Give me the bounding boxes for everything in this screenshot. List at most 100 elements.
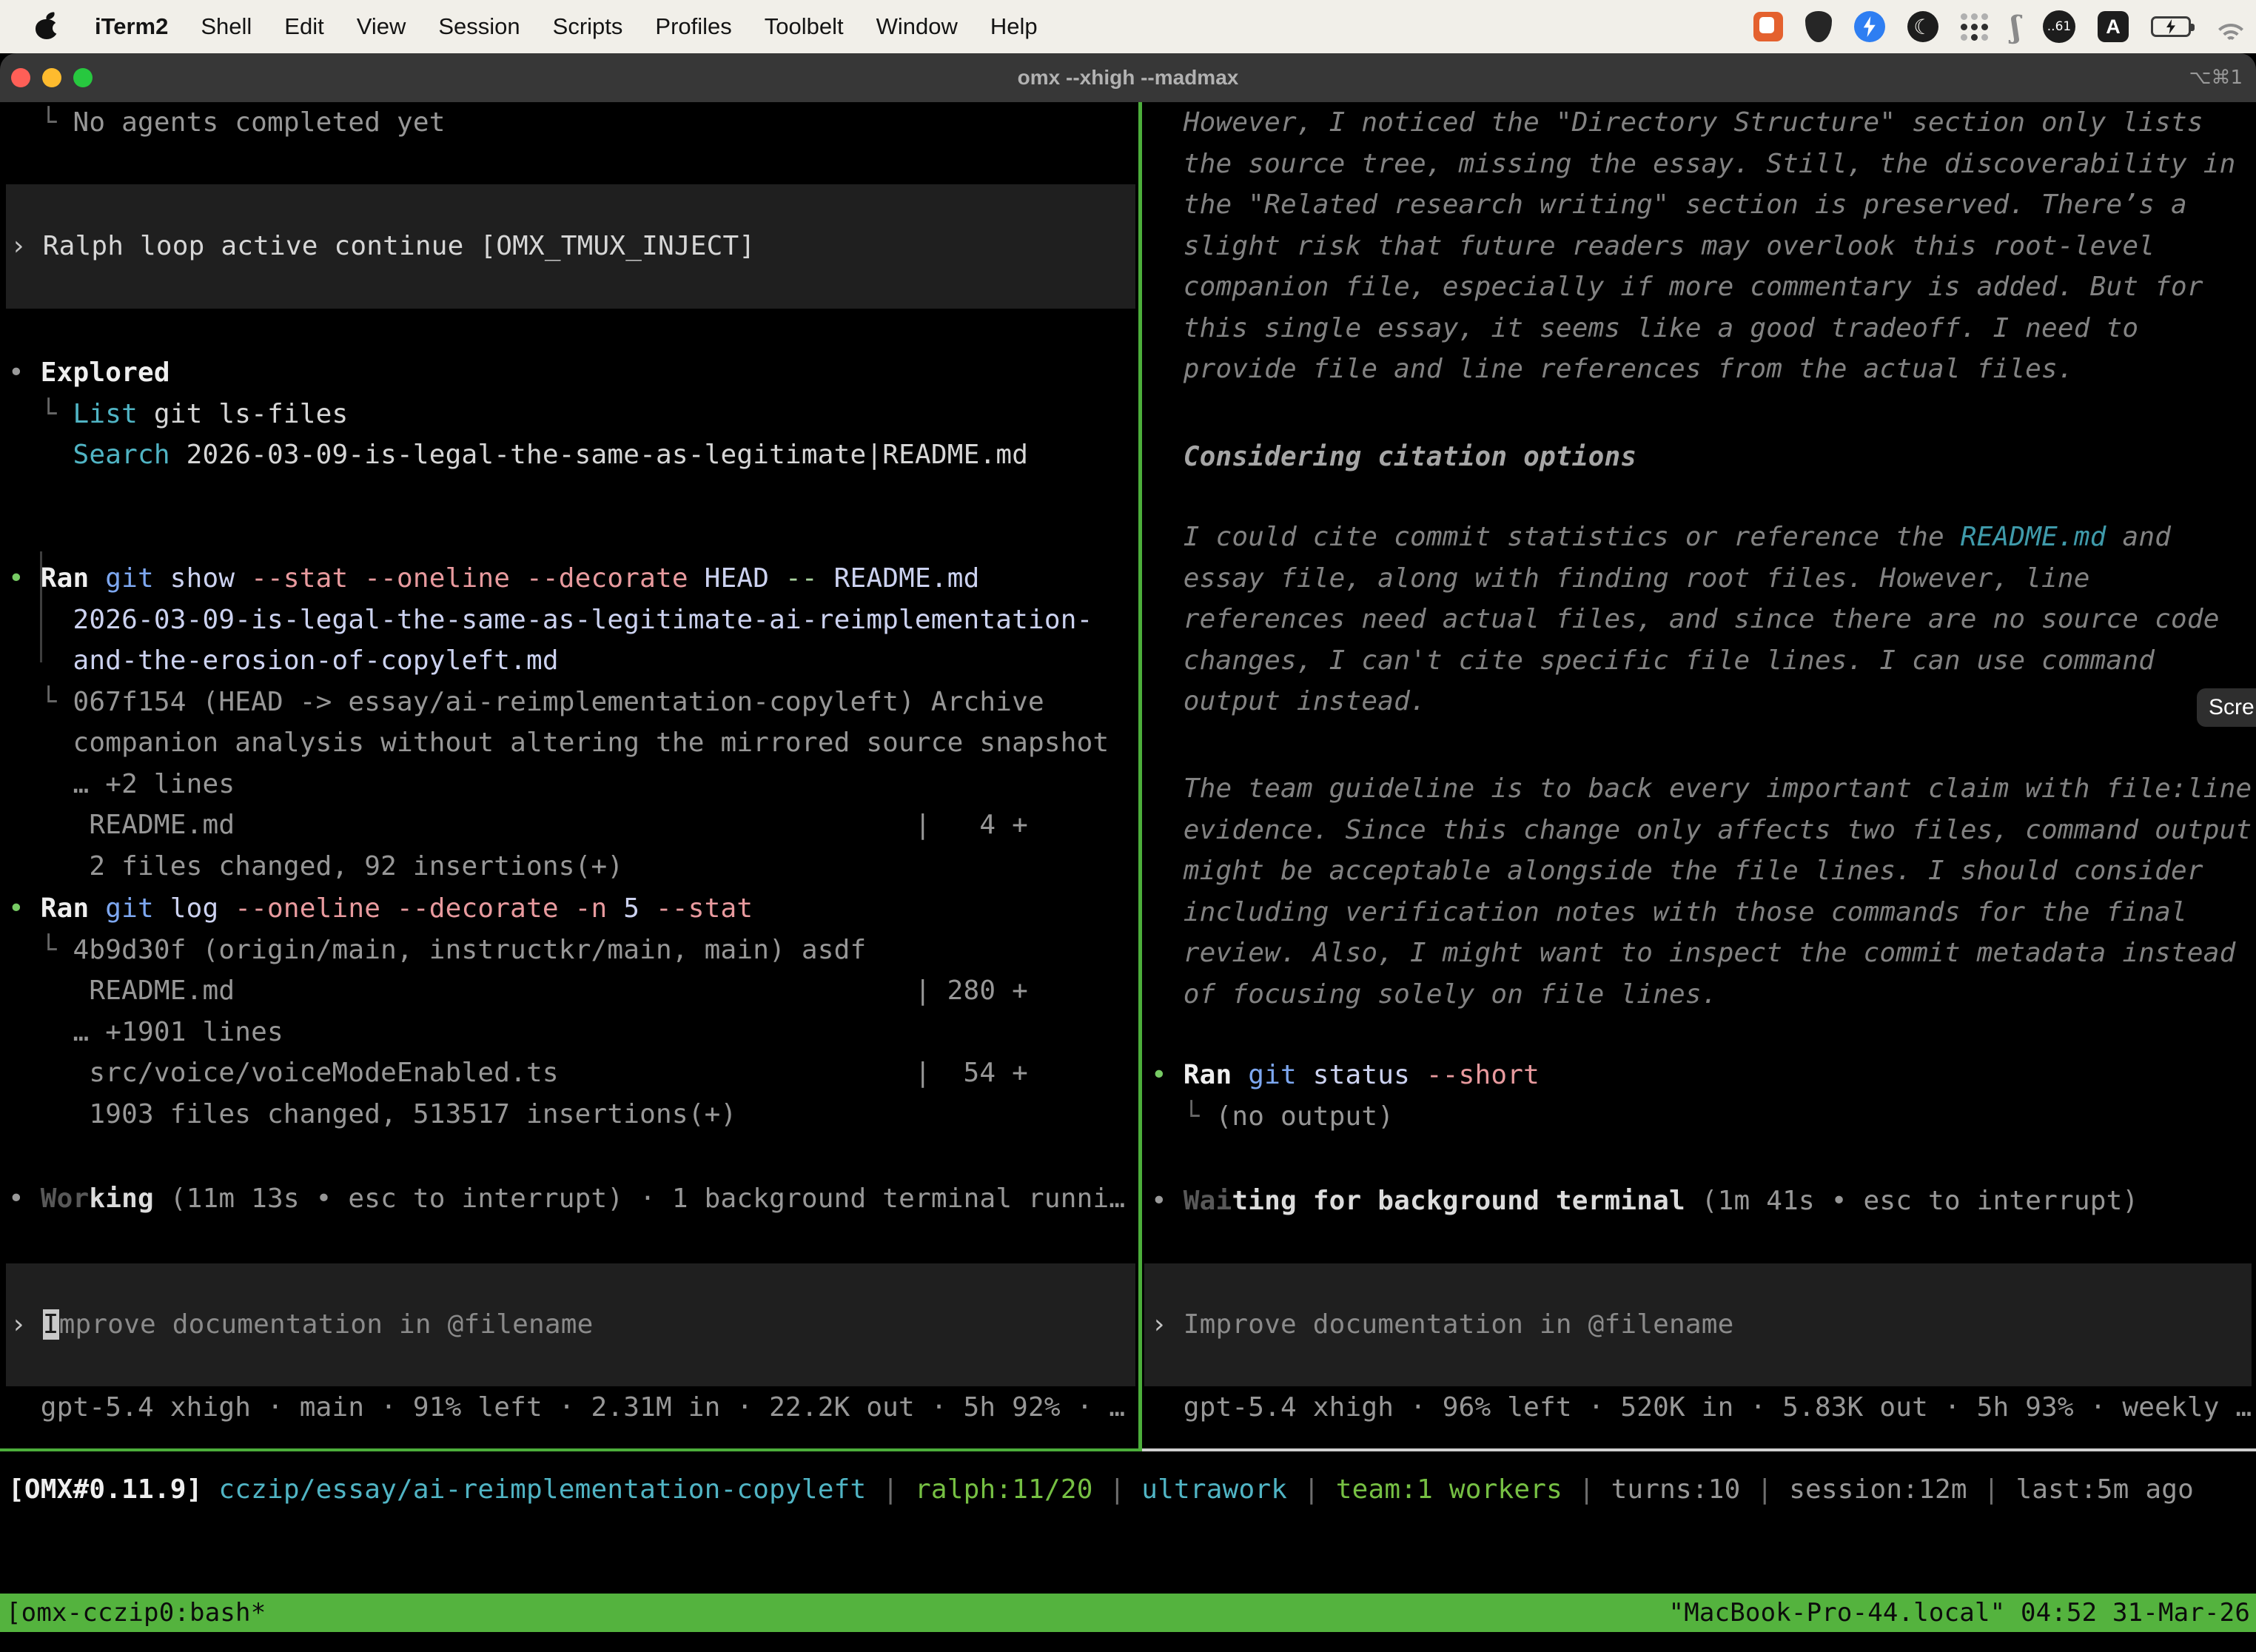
menu-items: Shell Edit View Session Scripts Profiles Toolb… [201,13,1037,40]
terminal-line: … +2 lines [8,764,1109,805]
tmux-session-label: [omx-cczip0:bash* [6,1598,266,1628]
menu-item-window[interactable]: Window [876,13,958,40]
menu-item-profiles[interactable]: Profiles [655,13,731,40]
agent-pane-left: └ No agents completed yet › Ralph loop a… [0,102,1138,1450]
terminal-line: • Explored [8,352,1028,394]
menu-item-app[interactable]: iTerm2 [95,13,168,40]
screen-corner-bottom-right [2237,1633,2256,1652]
terminal-line: 2 files changed, 92 insertions(+) [8,846,1109,887]
menu-item-session[interactable]: Session [438,13,520,40]
menu-bar-left: iTerm2 Shell Edit View Session Scripts Profil… [0,12,1038,41]
terminal-line: of focusing solely on file lines. [1151,974,2252,1015]
dots-grid-icon[interactable] [1961,13,1989,41]
terminal-line: └ 4b9d30f (origin/main, instructkr/main,… [8,930,1028,971]
terminal-line: the "Related research writing" section i… [1151,184,2236,226]
menu-item-view[interactable]: View [357,13,406,40]
terminal-line: Search 2026-03-09-is-legal-the-same-as-l… [8,434,1028,476]
terminal-line: 1903 files changed, 513517 insertions(+) [8,1094,1028,1135]
terminal-line: provide file and line references from th… [1151,349,2236,390]
ran-git-show-block: • Ran git show --stat --oneline --decora… [0,516,1109,887]
prompt-input-left[interactable]: › Improve documentation in @filename [6,1263,1135,1386]
terminal-line: companion file, especially if more comme… [1151,266,2236,308]
terminal-line: • Ran git log --oneline --decorate -n 5 … [8,888,1028,930]
terminal-line: › Improve documentation in @filename [10,1304,1135,1346]
window-shortcut: ⌥⌘1 [2189,53,2243,102]
ran-git-status-block: • Ran git status --short └ (no output) [1143,1055,1540,1137]
terminal-line: • Working (11m 13s • esc to interrupt) ·… [8,1178,1125,1220]
terminal-line: Considering citation options [1151,437,1636,478]
omx-status-line: [OMX#0.11.9] cczip/essay/ai-reimplementa… [0,1469,2256,1511]
terminal-line: companion analysis without altering the … [8,722,1109,764]
terminal-line: src/voice/voiceModeEnabled.ts | 54 + [8,1052,1028,1094]
thinking-paragraph-2: I could cite commit statistics or refere… [1143,517,2220,722]
ran-git-log-block: • Ran git log --oneline --decorate -n 5 … [0,888,1028,1135]
terminal-line: and-the-erosion-of-copyleft.md [8,640,1109,682]
screen-share-pill[interactable]: Scre [2197,688,2256,727]
thinking-paragraph-1: However, I noticed the "Directory Struct… [1143,102,2236,390]
a-app-icon[interactable]: A [2098,11,2129,42]
terminal-line: └ (no output) [1151,1096,1540,1138]
screen-bottom-strip [0,1632,2256,1652]
model-status-left: gpt-5.4 xhigh · main · 91% left · 2.31M … [0,1387,1125,1428]
terminal-line: output instead. [1151,681,2220,722]
menu-item-scripts[interactable]: Scripts [553,13,623,40]
terminal-line: references need actual files, and since … [1151,599,2220,640]
menu-item-toolbelt[interactable]: Toolbelt [765,13,844,40]
apple-icon[interactable] [34,12,59,41]
terminal-line: changes, I can't cite specific file line… [1151,640,2220,682]
terminal-line: evidence. Since this change only affects… [1151,810,2252,851]
thinking-paragraph-3: The team guideline is to back every impo… [1143,768,2252,1015]
blue-bolt-icon[interactable] [1854,11,1885,42]
wifi-icon[interactable] [2213,13,2249,40]
menu-item-shell[interactable]: Shell [201,13,252,40]
menu-item-edit[interactable]: Edit [284,13,323,40]
terminal-line: The team guideline is to back every impo… [1151,768,2252,810]
terminal-line: However, I noticed the "Directory Struct… [1151,102,2236,144]
working-status-line: • Working (11m 13s • esc to interrupt) ·… [0,1178,1125,1220]
pane-divider[interactable] [1138,102,1142,1450]
battery-icon[interactable] [2151,16,2191,37]
menu-bar: iTerm2 Shell Edit View Session Scripts Profil… [0,0,2256,53]
menu-bar-status-icons: ☾ ʃ ..61 A [1753,0,2249,53]
terminal-line: 2026-03-09-is-legal-the-same-as-legitima… [8,600,1109,641]
terminal-line: might be acceptable alongside the file l… [1151,850,2252,892]
model-status-right: gpt-5.4 xhigh · 96% left · 520K in · 5.8… [1143,1387,2252,1428]
gauge-61-icon[interactable]: ..61 [2043,10,2075,43]
tmux-status-bar: [omx-cczip0:bash* "MacBook-Pro-44.local"… [0,1594,2256,1632]
terminal-line: › Ralph loop active continue [OMX_TMUX_I… [10,226,1135,267]
pane-border-bottom-right [1142,1448,2256,1451]
terminal-line: README.md | 4 + [8,805,1109,846]
explored-block: • Explored └ List git ls-files Search 20… [0,352,1028,476]
window-title: omx --xhigh --madmax [0,53,2256,102]
terminal-line: └ 067f154 (HEAD -> essay/ai-reimplementa… [8,682,1109,723]
menu-item-help[interactable]: Help [990,13,1038,40]
terminal-line: I could cite commit statistics or refere… [1151,517,2220,558]
tree-guide-line [40,551,42,662]
window-title-bar: omx --xhigh --madmax ⌥⌘1 [0,53,2256,102]
chat-app-icon[interactable] [1753,12,1783,41]
agent-pane-right: However, I noticed the "Directory Struct… [1143,102,2256,1450]
terminal-line: … +1901 lines [8,1012,1028,1053]
terminal-line: └ No agents completed yet [8,102,446,144]
squiggle-icon[interactable]: ʃ [2011,10,2021,44]
terminal-line: • Ran git status --short [1151,1055,1540,1096]
shield-grid-icon[interactable] [1805,11,1832,42]
terminal-line: gpt-5.4 xhigh · 96% left · 520K in · 5.8… [1151,1387,2252,1428]
terminal: └ No agents completed yet › Ralph loop a… [0,102,2256,1652]
terminal-line: › Improve documentation in @filename [1151,1304,2252,1346]
terminal-line: • Ran git show --stat --oneline --decora… [8,558,1109,600]
terminal-line: [OMX#0.11.9] cczip/essay/ai-reimplementa… [0,1469,2256,1511]
screen: iTerm2 Shell Edit View Session Scripts Profil… [0,0,2256,1652]
tmux-host-clock: "MacBook-Pro-44.local" 04:52 31-Mar-26 [1669,1598,2250,1628]
ralph-inject-box[interactable]: › Ralph loop active continue [OMX_TMUX_I… [6,184,1135,309]
terminal-line: README.md | 280 + [8,970,1028,1012]
moon-icon[interactable]: ☾ [1907,11,1938,42]
terminal-line: the source tree, missing the essay. Stil… [1151,144,2236,185]
terminal-line: gpt-5.4 xhigh · main · 91% left · 2.31M … [8,1387,1125,1428]
terminal-line: └ List git ls-files [8,394,1028,435]
waiting-status-line: • Waiting for background terminal (1m 41… [1143,1181,2138,1222]
prompt-input-right[interactable]: › Improve documentation in @filename [1144,1263,2252,1386]
terminal-line: slight risk that future readers may over… [1151,226,2236,267]
no-agents-line: └ No agents completed yet [0,102,446,144]
terminal-line: review. Also, I might want to inspect th… [1151,933,2252,974]
